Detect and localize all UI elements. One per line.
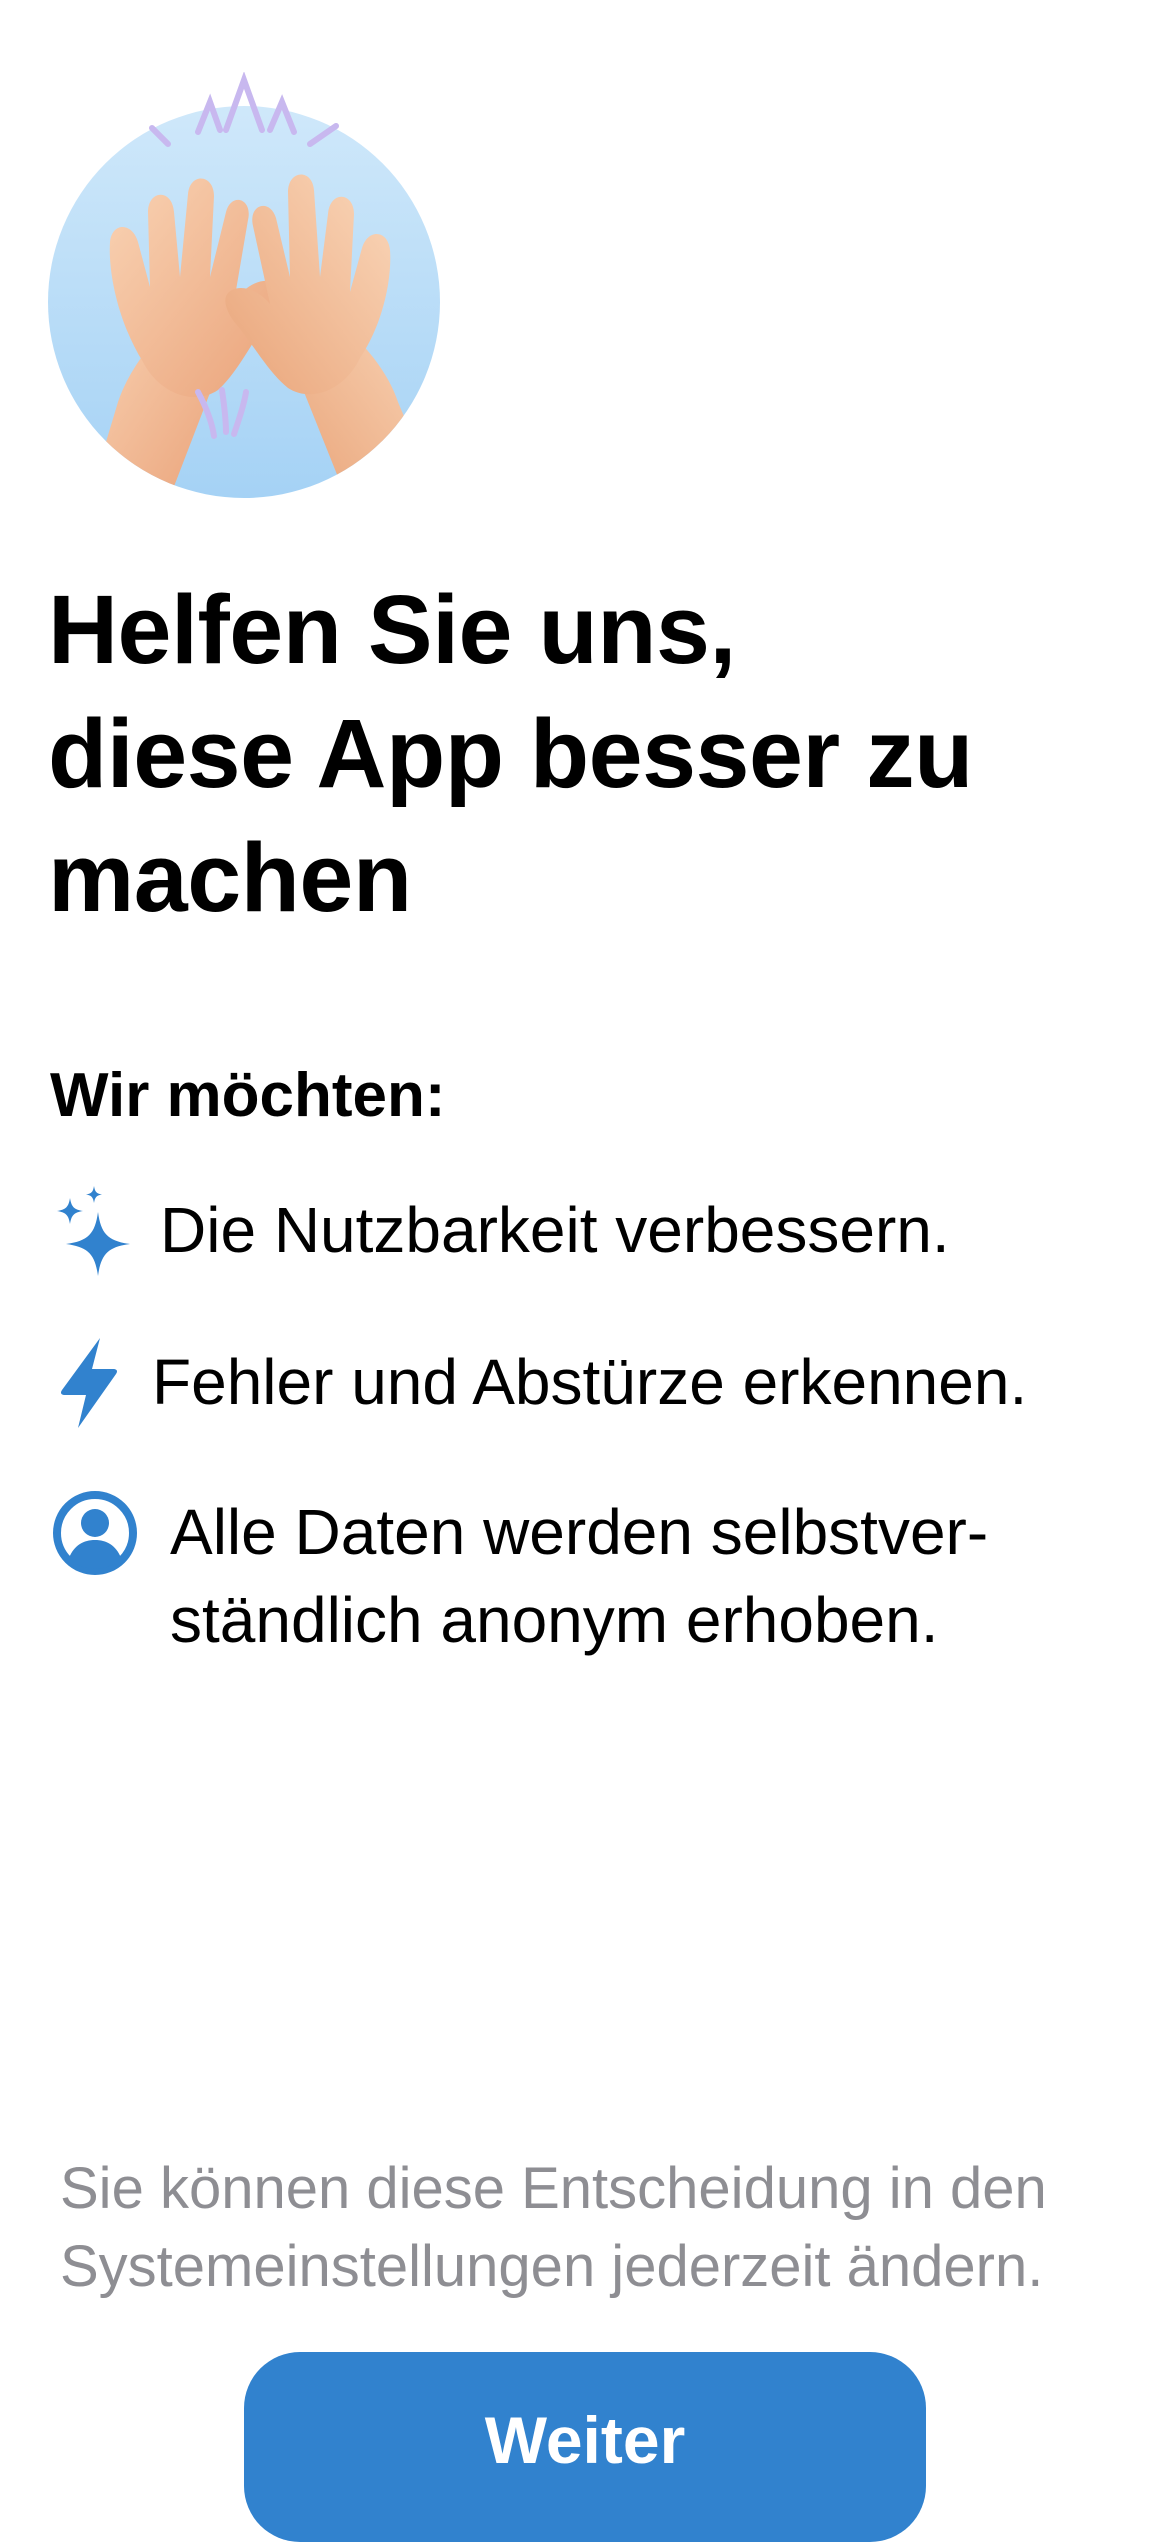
person-circle-icon [52,1490,138,1581]
feature-text-errors: Fehler und Abstürze erkennen. [152,1346,1028,1418]
continue-button[interactable]: Weiter [244,2352,926,2542]
feature-text-usability: Die Nutzbarkeit verbessern. [160,1194,950,1266]
sparkles-icon [54,1186,134,1283]
feature-text-anonymous-line-1: Alle Daten werden selbstver- [170,1496,989,1568]
footnote-line-1: Sie können diese Entscheidung in den [60,2156,1047,2221]
feature-text-anonymous: Alle Daten werden selbstver- ständlich a… [170,1488,988,1664]
bolt-icon [56,1336,120,1435]
section-subtitle: Wir möchten: [50,1061,446,1130]
feature-text-anonymous-line-2: ständlich anonym erhoben. [170,1584,939,1656]
feature-item-anonymous: Alle Daten werden selbstver- ständlich a… [48,1488,1128,1664]
page-title-line-3: machen [48,823,412,932]
high-five-hands-illustration [48,72,440,502]
footnote-line-2: Systemeinstellungen jederzeit ändern. [60,2234,1044,2299]
feature-item-errors: Fehler und Abstürze erkennen. [48,1336,1128,1436]
feature-item-usability: Die Nutzbarkeit verbessern. [48,1186,1128,1286]
page-title: Helfen Sie uns, diese App besser zu mach… [48,568,1118,940]
settings-footnote: Sie können diese Entscheidung in den Sys… [60,2150,1120,2306]
page-title-line-2: diese App besser zu [48,699,973,808]
page-title-line-1: Helfen Sie uns, [48,575,736,684]
